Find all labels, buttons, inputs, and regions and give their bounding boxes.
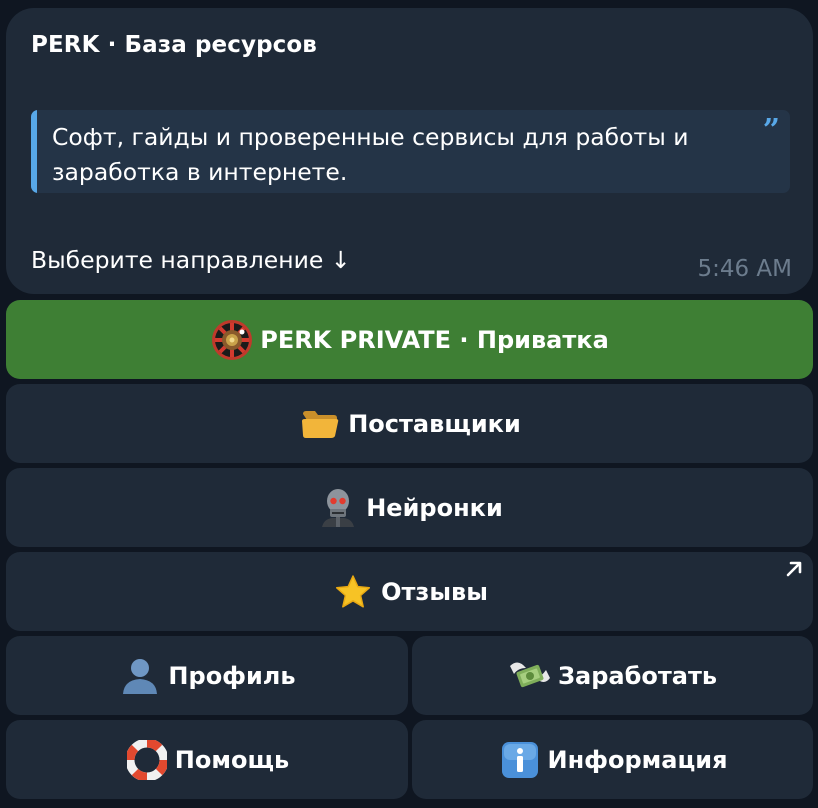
profile-button-label: Профиль bbox=[168, 661, 296, 690]
suppliers-button[interactable]: Поставщики bbox=[6, 384, 813, 463]
blockquote: Софт, гайды и проверенные сервисы для ра… bbox=[31, 110, 790, 193]
suppliers-button-label: Поставщики bbox=[348, 409, 521, 438]
help-button[interactable]: Помощь bbox=[6, 720, 408, 799]
neural-button[interactable]: Нейронки bbox=[6, 468, 813, 547]
private-button-label: PERK PRIVATE · Приватка bbox=[260, 325, 609, 354]
roulette-wheel-icon bbox=[210, 318, 254, 362]
reviews-button[interactable]: Отзывы bbox=[6, 552, 813, 631]
user-silhouette-icon bbox=[118, 654, 162, 698]
private-button[interactable]: PERK PRIVATE · Приватка bbox=[6, 300, 813, 379]
quote-text: Софт, гайды и проверенные сервисы для ра… bbox=[52, 123, 689, 186]
quote-accent-bar bbox=[31, 110, 37, 193]
earn-button-label: Заработать bbox=[557, 661, 718, 690]
sender-name[interactable]: PERK · База ресурсов bbox=[31, 32, 317, 58]
info-icon bbox=[498, 738, 542, 782]
money-wings-icon bbox=[508, 654, 552, 698]
earn-button[interactable]: Заработать bbox=[412, 636, 813, 715]
skull-robot-icon bbox=[316, 486, 360, 530]
lifebuoy-icon bbox=[125, 738, 169, 782]
message-bubble: PERK · База ресурсов Софт, гайды и прове… bbox=[6, 8, 813, 294]
help-button-label: Помощь bbox=[174, 745, 290, 774]
info-button-label: Информация bbox=[547, 745, 728, 774]
reviews-button-label: Отзывы bbox=[381, 577, 488, 606]
profile-button[interactable]: Профиль bbox=[6, 636, 408, 715]
star-icon bbox=[331, 570, 375, 614]
info-button[interactable]: Информация bbox=[412, 720, 813, 799]
message-timestamp: 5:46 AM bbox=[697, 256, 792, 282]
quote-marks-icon: ” bbox=[762, 113, 780, 148]
external-arrow-icon bbox=[786, 561, 802, 577]
message-prompt: Выберите направление ↓ bbox=[31, 246, 351, 274]
folder-icon bbox=[298, 402, 342, 446]
chat-view: PERK · База ресурсов Софт, гайды и прове… bbox=[0, 0, 818, 808]
neural-button-label: Нейронки bbox=[366, 493, 503, 522]
